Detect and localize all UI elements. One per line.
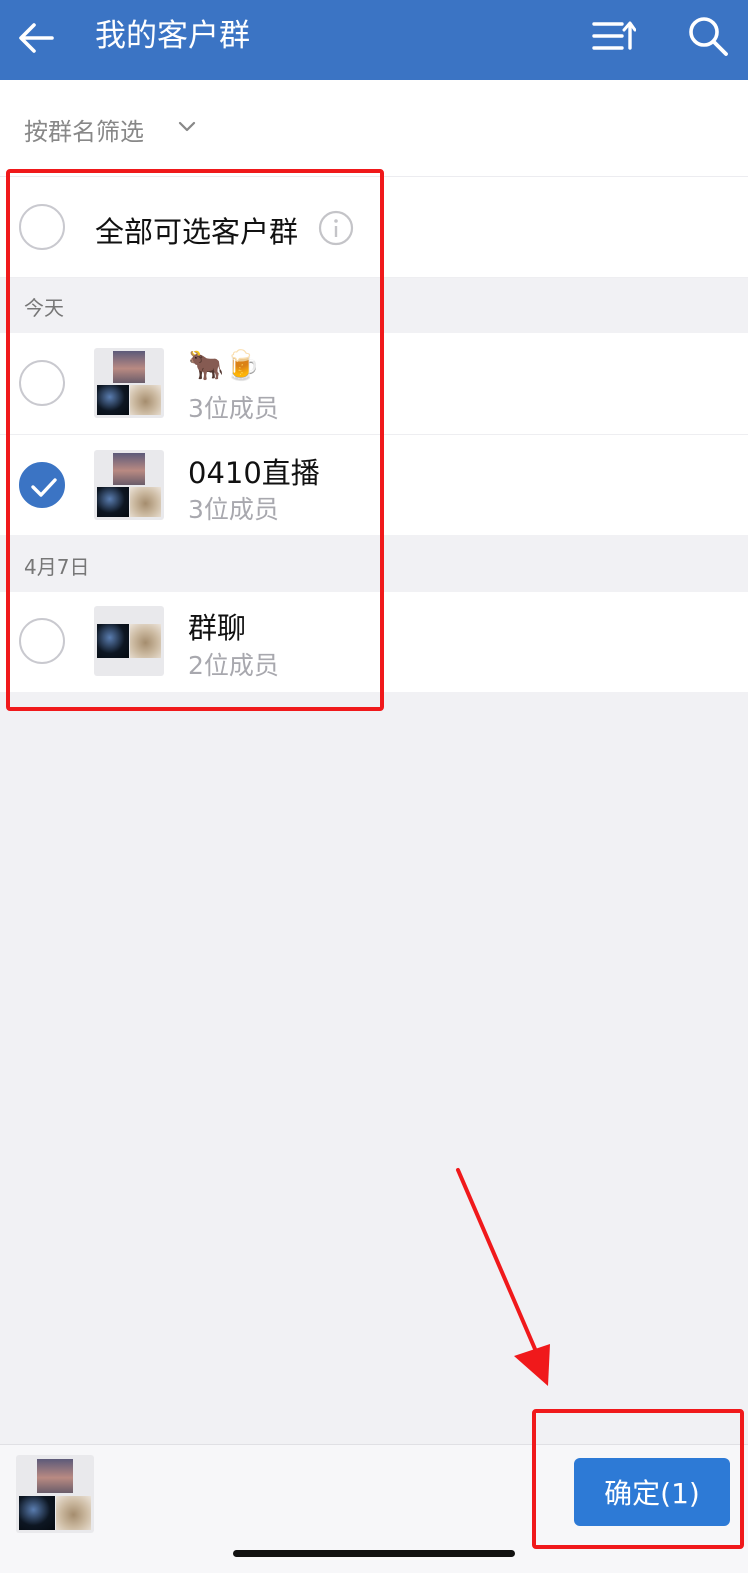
annotation-arrow-icon <box>456 1168 550 1386</box>
sort-icon[interactable] <box>590 16 636 60</box>
group-name-filter[interactable]: 按群名筛选 <box>0 80 748 177</box>
chevron-down-icon <box>178 121 196 132</box>
app-header: 我的客户群 <box>0 0 748 80</box>
filter-label: 按群名筛选 <box>24 118 144 146</box>
page-title: 我的客户群 <box>95 18 250 54</box>
selected-group-avatar[interactable] <box>16 1455 94 1533</box>
search-icon[interactable] <box>686 14 730 58</box>
annotation-box-confirm <box>532 1409 744 1549</box>
annotation-box-list <box>6 169 384 711</box>
home-indicator <box>233 1550 515 1557</box>
arrow-left-icon[interactable] <box>14 16 58 60</box>
